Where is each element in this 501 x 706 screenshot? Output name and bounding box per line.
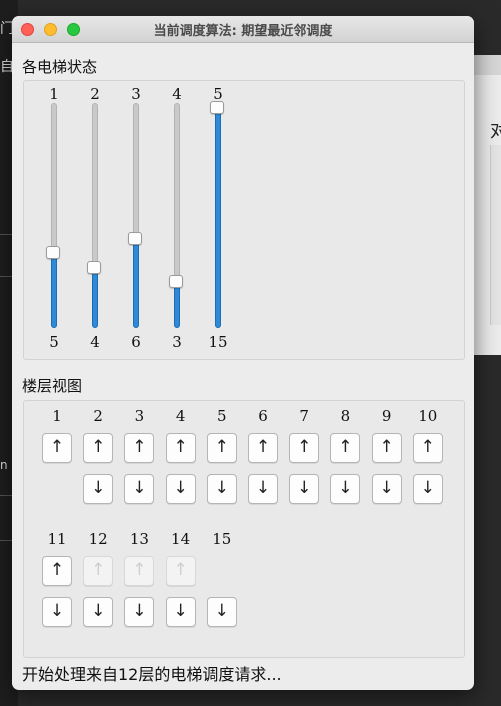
up-button-floor-11[interactable]: ↑	[42, 556, 72, 586]
down-button-floor-11[interactable]: ↓	[42, 597, 72, 627]
down-button-floor-15[interactable]: ↓	[206, 597, 237, 627]
up-button-floor-14: ↑	[165, 556, 196, 586]
up-button-floor-13: ↑	[124, 556, 155, 586]
up-button-floor-10[interactable]: ↑	[412, 433, 443, 463]
background-titlebar	[470, 55, 501, 75]
floor-label: 2	[93, 407, 103, 425]
down-button-floor-8[interactable]: ↓	[330, 474, 361, 504]
floor-label: 14	[171, 530, 191, 548]
elevator-dispatch-window: 当前调度算法: 期望最近邻调度 各电梯状态 1 5 2 4 3 6 4 3 5 15 楼层视图 1…	[12, 16, 474, 690]
floor-label: 11	[47, 530, 67, 548]
up-button-floor-6[interactable]: ↑	[248, 433, 278, 463]
elevator-floor-label: 3	[172, 333, 182, 351]
down-button-floor-4[interactable]: ↓	[165, 474, 196, 504]
elevator-floor-label: 4	[90, 333, 100, 351]
floor-label: 6	[258, 407, 268, 425]
up-button-floor-7[interactable]: ↑	[289, 433, 320, 463]
floor-view-panel: 1 ↑ 2 ↑ ↓ 3 ↑ ↓ 4 ↑ ↓ 5 ↑ ↓ 6 ↑ ↓ 7 ↑ ↓ 8 ↑ ↓ 9 ↑ ↓ 10 ↑ ↓ 11 ↑ ↓ 12 ↑ ↓ 13…	[23, 400, 465, 658]
elevator-slider-5[interactable]: 5 15	[203, 81, 233, 359]
elevator-status-title: 各电梯状态	[22, 58, 98, 76]
down-button-floor-2[interactable]: ↓	[83, 474, 114, 504]
elevator-status-panel: 1 5 2 4 3 6 4 3 5 15	[23, 80, 465, 360]
elevator-slider-4[interactable]: 43	[162, 81, 192, 359]
up-button-floor-8[interactable]: ↑	[330, 433, 361, 463]
floor-label: 3	[134, 407, 145, 425]
up-button-floor-2[interactable]: ↑	[83, 433, 114, 463]
down-button-floor-10[interactable]: ↓	[412, 474, 443, 504]
floor-label: 12	[88, 530, 108, 548]
background-text-fragment: 对	[490, 121, 501, 142]
slider-fill	[133, 237, 139, 328]
elevator-floor-label: 6	[131, 333, 141, 351]
title-bar[interactable]: 当前调度算法: 期望最近邻调度	[12, 16, 474, 43]
slider-thumb[interactable]	[128, 231, 142, 245]
up-button-floor-3[interactable]: ↑	[124, 433, 155, 463]
slider-thumb[interactable]	[169, 275, 183, 288]
floor-label: 13	[129, 530, 149, 548]
up-button-floor-12: ↑	[83, 556, 114, 586]
background-window-right: 对	[470, 55, 501, 355]
up-button-floor-4[interactable]: ↑	[165, 433, 196, 463]
slider-thumb[interactable]	[210, 101, 224, 114]
slider-thumb[interactable]	[87, 260, 101, 274]
floor-label: 15	[212, 530, 232, 548]
floor-label: 9	[381, 407, 392, 425]
down-button-floor-6[interactable]: ↓	[248, 474, 278, 504]
up-button-floor-1[interactable]: ↑	[42, 433, 72, 463]
elevator-id-label: 1	[49, 85, 59, 103]
slider-fill	[215, 107, 221, 328]
down-button-floor-9[interactable]: ↓	[371, 474, 402, 504]
slider-fill	[92, 266, 98, 328]
floor-label: 7	[299, 407, 309, 425]
slider-fill	[174, 281, 180, 328]
floor-view-title: 楼层视图	[22, 377, 83, 395]
elevator-id-label: 2	[90, 85, 100, 103]
down-button-floor-14[interactable]: ↓	[165, 597, 196, 627]
floor-label: 8	[340, 407, 351, 425]
elevator-slider-2[interactable]: 24	[80, 81, 110, 359]
up-button-floor-9[interactable]: ↑	[371, 433, 402, 463]
elevator-floor-label: 15	[208, 333, 228, 351]
down-button-floor-7[interactable]: ↓	[289, 474, 320, 504]
floor-label: 5	[217, 407, 227, 425]
background-text-fragment: n	[0, 458, 8, 472]
down-button-floor-13[interactable]: ↓	[124, 597, 155, 627]
slider-thumb[interactable]	[46, 246, 60, 259]
down-button-floor-3[interactable]: ↓	[124, 474, 155, 504]
elevator-floor-label: 5	[49, 333, 59, 351]
floor-label: 1	[52, 407, 62, 425]
status-message: 开始处理来自12层的电梯调度请求...	[22, 665, 282, 684]
elevator-id-label: 4	[172, 85, 182, 103]
elevator-slider-1[interactable]: 15	[39, 81, 69, 359]
elevator-slider-3[interactable]: 36	[121, 81, 151, 359]
window-title: 当前调度算法: 期望最近邻调度	[153, 24, 333, 39]
down-button-floor-5[interactable]: ↓	[206, 474, 237, 504]
up-button-floor-5[interactable]: ↑	[206, 433, 237, 463]
slider-fill	[51, 252, 57, 328]
elevator-id-label: 3	[131, 85, 141, 103]
down-button-floor-12[interactable]: ↓	[83, 597, 114, 627]
floor-label: 10	[418, 407, 438, 425]
floor-label: 4	[175, 407, 186, 425]
background-panel	[490, 145, 501, 325]
